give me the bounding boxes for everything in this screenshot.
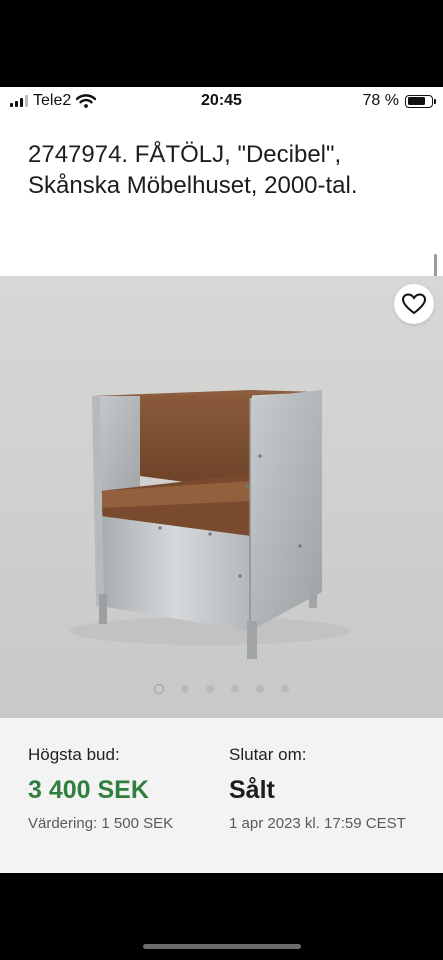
highest-bid-label: Högsta bud: [28,745,120,764]
battery-icon [405,94,436,108]
end-date: 1 apr 2023 kl. 17:59 CEST [229,815,406,832]
heart-icon [402,293,426,315]
home-indicator[interactable] [143,944,301,949]
app-screen: Tele2 20:45 78 % 2747974. FÅTÖLJ, "Decib… [0,87,443,873]
item-image-gallery[interactable] [0,276,443,718]
gallery-dot[interactable] [154,684,164,694]
gallery-dot[interactable] [181,685,189,693]
highest-bid-section: Högsta bud: 3 400 SEK Värdering: 1 500 S… [28,745,218,834]
gallery-pagination [0,684,443,694]
ends-section: Slutar om: Sålt 1 apr 2023 kl. 17:59 CES… [229,745,429,834]
favorite-button[interactable] [394,284,434,324]
gallery-dot[interactable] [231,685,239,693]
gallery-dot[interactable] [206,685,214,693]
gallery-dot[interactable] [281,685,289,693]
item-title: 2747974. FÅTÖLJ, "Decibel", Skånska Möbe… [28,141,358,199]
status-bar: Tele2 20:45 78 % [0,87,443,117]
battery-percent: 78 % [362,92,399,109]
sold-status: Sålt [229,776,275,804]
valuation-text: Värdering: 1 500 SEK [28,815,174,832]
status-right: 78 % [362,92,436,110]
ends-label: Slutar om: [229,745,307,764]
battery-fill [407,97,426,105]
gallery-dot[interactable] [256,685,264,693]
bid-info-panel: Högsta bud: 3 400 SEK Värdering: 1 500 S… [0,718,443,873]
top-letterbox [0,0,443,87]
highest-bid-amount: 3 400 SEK [28,776,149,804]
armchair-photo [70,390,350,659]
